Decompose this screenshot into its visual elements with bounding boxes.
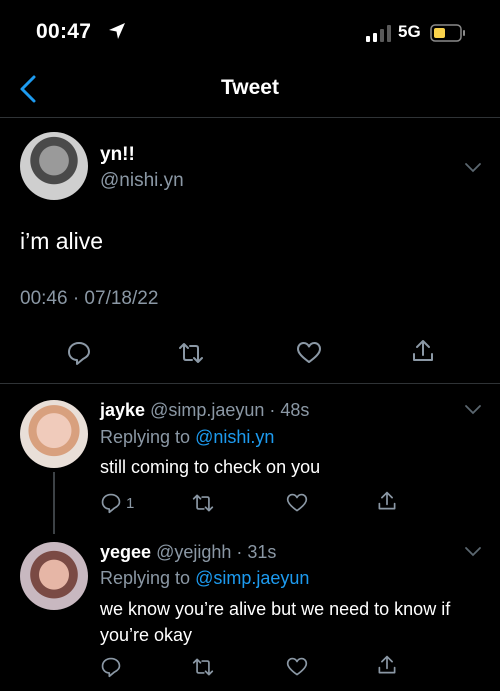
reply-actions [0,654,500,684]
like-heart-icon[interactable] [286,656,308,678]
reply-handle-time: @yejighh · 31s [156,542,277,562]
reply-icon[interactable] [100,492,122,514]
mention-link[interactable]: @simp.jaeyun [195,568,309,588]
reply-display-name[interactable]: jayke [100,400,145,420]
replying-to-label: Replying to [100,427,196,447]
avatar[interactable] [20,542,88,610]
replying-to: Replying to @nishi.yn [100,427,274,448]
network-type: 5G [398,22,421,41]
reply-text: we know you’re alive but we need to know… [100,599,451,645]
share-icon[interactable] [410,338,436,364]
status-bar: 00:47 5G [0,0,500,62]
chevron-down-icon[interactable] [464,162,482,174]
author-display-name[interactable]: yn!! [100,144,135,166]
share-icon[interactable] [376,490,398,512]
retweet-icon[interactable] [178,340,204,366]
reply-icon[interactable] [66,340,92,366]
tweet-text: i’m alive [20,228,104,254]
chevron-down-icon[interactable] [464,404,482,416]
replying-to: Replying to @simp.jaeyun [100,568,309,589]
avatar[interactable] [20,400,88,468]
cellular-signal-icon [366,25,391,42]
reply-display-name[interactable]: yegee [100,542,151,562]
reply-tweet[interactable]: jayke @simp.jaeyun · 48s Replying to @ni… [0,384,500,528]
reply-author-line: jayke @simp.jaeyun · 48s [100,400,309,421]
tweet-actions [0,336,500,372]
chevron-down-icon[interactable] [464,546,482,558]
reply-text: still coming to check on you [100,457,321,477]
tweet-timestamp: 00:46 · 07/18/22 [20,288,159,309]
status-time: 00:47 [36,20,92,43]
avatar[interactable] [20,132,88,200]
mention-link[interactable]: @nishi.yn [195,427,274,447]
reply-icon[interactable] [100,656,122,678]
like-heart-icon[interactable] [296,340,322,366]
main-tweet: yn!! @nishi.yn i’m alive 00:46 · 07/18/2… [0,118,500,384]
reply-author-line: yegee @yejighh · 31s [100,542,276,563]
page-title: Tweet [221,76,279,99]
share-icon[interactable] [376,654,398,676]
replying-to-label: Replying to [100,568,196,588]
like-heart-icon[interactable] [286,492,308,514]
navigation-bar: Tweet [0,62,500,118]
reply-count: 1 [126,495,135,512]
reply-tweet[interactable]: yegee @yejighh · 31s Replying to @simp.j… [0,528,500,691]
reply-handle-time: @simp.jaeyun · 48s [150,400,310,420]
thread-connector-line [53,472,55,534]
retweet-icon[interactable] [192,492,214,514]
retweet-icon[interactable] [192,656,214,678]
reply-actions: 1 [0,490,500,520]
location-arrow-icon [109,23,125,39]
battery-icon [430,24,465,42]
author-handle[interactable]: @nishi.yn [100,170,184,192]
